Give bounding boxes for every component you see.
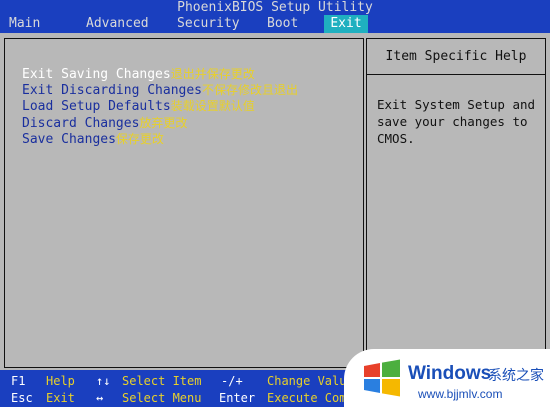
legend-key-enter: Enter [219, 391, 256, 405]
option-label: Discard Changes [22, 116, 140, 131]
help-panel: Item Specific Help Exit System Setup and… [366, 38, 546, 368]
legend-action-exit: Exit [46, 391, 75, 405]
option-save-changes[interactable]: Save Changes保存更改 [22, 131, 164, 148]
option-note: 不保存修改且退出 [202, 83, 299, 97]
help-heading: Item Specific Help [367, 39, 545, 75]
tab-security[interactable]: Security [177, 15, 247, 33]
option-load-setup-defaults[interactable]: Load Setup Defaults装载设置默认值 [22, 98, 255, 115]
menu-bar: Main Advanced Security Boot Exit [0, 15, 550, 33]
tab-exit[interactable]: Exit [324, 15, 368, 33]
option-discard-changes[interactable]: Discard Changes放弃更改 [22, 115, 187, 132]
tab-main[interactable]: Main [9, 15, 49, 33]
legend-key-up-down: ↑↓ [96, 374, 111, 388]
watermark-site-name: 系统之家 [488, 368, 544, 384]
legend-action-change-value: Change Value [267, 374, 354, 388]
setup-panel: Exit Saving Changes退出并保存更改 Exit Discardi… [0, 33, 550, 370]
legend-action-select-menu: Select Menu [122, 391, 202, 405]
help-text: Exit System Setup and save your changes … [377, 97, 536, 146]
option-label: Save Changes [22, 132, 116, 147]
option-note: 放弃更改 [139, 116, 188, 130]
option-label: Exit Discarding Changes [22, 83, 203, 98]
legend-action-select-item: Select Item [122, 374, 202, 388]
app-title: PhoenixBIOS Setup Utility [0, 0, 550, 15]
option-label: Load Setup Defaults [22, 99, 171, 114]
legend-key-esc: Esc [11, 391, 33, 405]
legend-key-f1: F1 [11, 374, 26, 388]
option-exit-discarding-changes[interactable]: Exit Discarding Changes不保存修改且退出 [22, 82, 298, 99]
legend-key-left-right: ↔ [96, 391, 104, 405]
windows-watermark: Windows 系统之家 www.bjjmlv.com [344, 349, 550, 407]
option-note: 退出并保存更改 [170, 67, 255, 81]
option-label: Exit Saving Changes [22, 67, 171, 82]
legend-action-help: Help [46, 374, 75, 388]
tab-advanced[interactable]: Advanced [86, 15, 156, 33]
option-note: 装载设置默认值 [170, 99, 255, 113]
watermark-brand: Windows [408, 363, 492, 384]
windows-logo-icon [364, 359, 400, 397]
option-exit-saving-changes[interactable]: Exit Saving Changes退出并保存更改 [22, 66, 255, 83]
legend-key-minus-plus: -/+ [221, 374, 243, 388]
tab-boot[interactable]: Boot [267, 15, 307, 33]
watermark-url: www.bjjmlv.com [418, 387, 503, 401]
option-note: 保存更改 [115, 132, 164, 146]
